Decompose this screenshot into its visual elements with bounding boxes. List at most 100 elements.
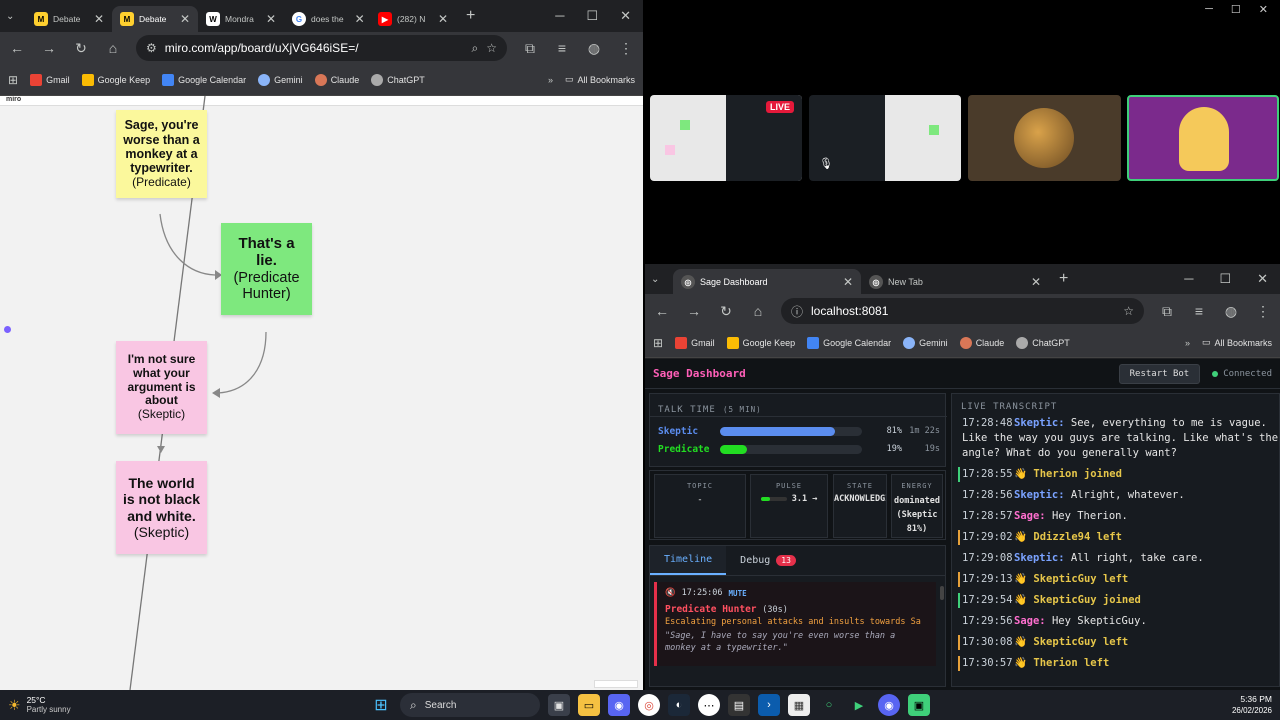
terminal-icon[interactable]: ▤ (728, 694, 750, 716)
maximize-icon[interactable]: ☐ (1231, 3, 1241, 16)
close-window-icon[interactable]: ✕ (1259, 3, 1268, 16)
task-view-icon[interactable]: ▣ (548, 694, 570, 716)
tab-debate-1[interactable]: M Debate ✕ (26, 6, 112, 32)
discord-app-icon[interactable]: ◉ (878, 694, 900, 716)
forward-icon[interactable]: → (40, 40, 58, 56)
bookmark-gemini[interactable]: Gemini (258, 73, 303, 86)
tab-search-icon[interactable]: ⌄ (651, 274, 673, 285)
address-bar[interactable]: ⓘ localhost:8081 ☆ (781, 298, 1144, 324)
bookmark-star-icon[interactable]: ☆ (486, 41, 497, 55)
back-icon[interactable]: ← (653, 303, 671, 319)
tab-wikipedia[interactable]: W Mondra ✕ (198, 6, 284, 32)
tab-youtube[interactable]: ▶ (282) N ✕ (370, 6, 456, 32)
taskbar-search-box[interactable]: ⌕ Search (400, 693, 540, 717)
new-tab-button[interactable]: + (466, 7, 475, 25)
sticky-note[interactable]: That's a lie. (Predicate Hunter) (221, 223, 312, 315)
app-icon[interactable]: ⋯ (698, 694, 720, 716)
tab-google[interactable]: G does the ✕ (284, 6, 370, 32)
media-player-icon[interactable]: ▶ (848, 694, 870, 716)
media-icon[interactable]: ≡ (553, 40, 571, 56)
sticky-note[interactable]: Sage, you're worse than a monkey at a ty… (116, 110, 207, 198)
tab-timeline[interactable]: Timeline (650, 546, 727, 575)
reload-icon[interactable]: ↻ (717, 303, 735, 320)
home-icon[interactable]: ⌂ (104, 40, 122, 56)
speaking-participant-tile[interactable] (1127, 95, 1279, 181)
sticky-note[interactable]: I'm not sure what your argument is about… (116, 341, 207, 434)
close-icon[interactable]: ✕ (88, 12, 104, 26)
bookmark-star-icon[interactable]: ☆ (1123, 304, 1134, 318)
close-icon[interactable]: ✕ (1025, 275, 1041, 289)
tab-debug[interactable]: Debug (726, 547, 776, 574)
menu-icon[interactable]: ⋮ (1254, 303, 1272, 320)
screen-share-thumbnail[interactable]: 🎙 (809, 95, 961, 181)
apps-icon[interactable]: ⊞ (8, 73, 18, 87)
bookmark-gemini[interactable]: Gemini (903, 336, 948, 349)
bookmark-calendar[interactable]: Google Calendar (807, 336, 891, 349)
menu-icon[interactable]: ⋮ (617, 40, 635, 57)
weather-widget[interactable]: ☀ 25°C Partly sunny (8, 695, 308, 715)
site-info-icon[interactable]: ⓘ (791, 303, 803, 320)
file-explorer-icon[interactable]: ▭ (578, 694, 600, 716)
chrome-icon[interactable]: ◎ (638, 694, 660, 716)
reload-icon[interactable]: ↻ (72, 40, 90, 57)
profile-icon[interactable]: ◍ (585, 40, 603, 57)
home-icon[interactable]: ⌂ (749, 303, 767, 319)
miro-board-canvas[interactable]: miro Sage, you're worse than a monkey at… (0, 96, 643, 690)
android-icon[interactable]: ▣ (908, 694, 930, 716)
scrollbar[interactable] (940, 586, 944, 600)
bookmark-calendar[interactable]: Google Calendar (162, 73, 246, 86)
discord-icon[interactable]: ◉ (608, 694, 630, 716)
minimize-icon[interactable]: ─ (1184, 271, 1193, 287)
address-bar[interactable]: ⚙ miro.com/app/board/uXjVG646iSE=/ ⌕ ☆ (136, 35, 507, 61)
restart-bot-button[interactable]: Restart Bot (1118, 363, 1201, 384)
bookmark-gmail[interactable]: Gmail (675, 336, 715, 349)
new-tab-button[interactable]: + (1059, 270, 1068, 288)
maximize-icon[interactable]: ☐ (586, 8, 598, 24)
tab-debate-2[interactable]: M Debate ✕ (112, 6, 198, 32)
bookmark-claude[interactable]: Claude (314, 73, 359, 86)
maximize-icon[interactable]: ☐ (1219, 271, 1231, 287)
more-bookmarks-icon[interactable]: » (548, 75, 553, 85)
zoom-icon[interactable]: ⌕ (472, 41, 479, 56)
close-icon[interactable]: ✕ (837, 275, 853, 289)
steam-icon[interactable]: ◐ (668, 694, 690, 716)
profile-icon[interactable]: ◍ (1222, 303, 1240, 320)
bookmark-keep[interactable]: Google Keep (726, 336, 795, 349)
close-window-icon[interactable]: ✕ (1257, 271, 1268, 287)
transcript-list[interactable]: 17:28:48Skeptic: See, everything to me i… (958, 416, 1278, 684)
powershell-icon[interactable]: › (758, 694, 780, 716)
participant-avatar-tile[interactable] (968, 95, 1121, 181)
close-window-icon[interactable]: ✕ (620, 8, 631, 24)
bookmark-keep[interactable]: Google Keep (81, 73, 150, 86)
site-info-icon[interactable]: ⚙ (146, 41, 157, 55)
bookmark-claude[interactable]: Claude (959, 336, 1004, 349)
media-icon[interactable]: ≡ (1190, 303, 1208, 319)
apps-icon[interactable]: ⊞ (653, 336, 663, 350)
more-bookmarks-icon[interactable]: » (1185, 338, 1190, 348)
close-icon[interactable]: ✕ (174, 12, 190, 26)
tab-new-tab[interactable]: ◎ New Tab ✕ (861, 269, 1049, 295)
bookmark-chatgpt[interactable]: ChatGPT (1016, 336, 1070, 349)
close-icon[interactable]: ✕ (260, 12, 276, 26)
extensions-icon[interactable]: ⧉ (1158, 303, 1176, 320)
bookmark-gmail[interactable]: Gmail (30, 73, 70, 86)
tab-sage-dashboard[interactable]: ◎ Sage Dashboard ✕ (673, 269, 861, 295)
forward-icon[interactable]: → (685, 303, 703, 319)
extensions-icon[interactable]: ⧉ (521, 40, 539, 57)
screen-share-thumbnail[interactable]: LIVE (650, 95, 802, 181)
timeline-entry[interactable]: 🔇 17:25:06 MUTE Predicate Hunter (30s) E… (654, 582, 936, 666)
minimize-icon[interactable]: ─ (555, 8, 564, 24)
windows-start-icon[interactable]: ⊞ (370, 694, 392, 716)
miro-zoom-controls[interactable] (594, 680, 638, 688)
close-icon[interactable]: ✕ (432, 12, 448, 26)
circle-app-icon[interactable]: ○ (818, 694, 840, 716)
tab-search-icon[interactable]: ⌄ (6, 11, 26, 22)
close-icon[interactable]: ✕ (349, 12, 365, 26)
all-bookmarks[interactable]: ▭ All Bookmarks (565, 74, 635, 85)
all-bookmarks[interactable]: ▭ All Bookmarks (1202, 337, 1272, 348)
back-icon[interactable]: ← (8, 40, 26, 56)
bookmark-chatgpt[interactable]: ChatGPT (371, 73, 425, 86)
notepad-icon[interactable]: ▦ (788, 694, 810, 716)
taskbar-clock[interactable]: 5:36 PM 26/02/2026 (1232, 694, 1272, 716)
sticky-note[interactable]: The world is not black and white. (Skept… (116, 461, 207, 554)
